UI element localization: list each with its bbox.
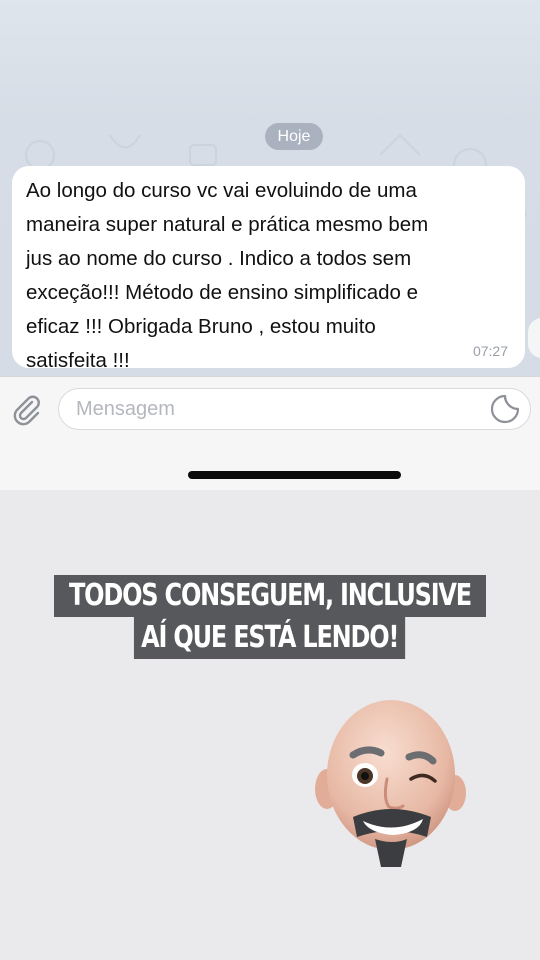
message-input[interactable] [58,388,531,430]
message-text: Ao longo do curso vc vai evoluindo de um… [26,179,429,372]
adjacent-message-bubble [528,318,540,358]
input-bar [0,376,540,490]
sticker-icon[interactable] [489,393,521,425]
date-pill: Hoje [265,123,323,150]
story-caption: TODOS CONSEGUEM, INCLUSIVE VC AÍ QUE EST… [0,575,540,659]
chat-screen: Hoje Ao longo do curso vc vai evoluindo … [0,0,540,490]
winking-memoji-icon [315,700,466,867]
home-indicator [188,471,401,479]
incoming-message-bubble[interactable]: Ao longo do curso vc vai evoluindo de um… [12,166,525,372]
caption-line-2: AÍ QUE ESTÁ LENDO! [134,617,406,659]
paperclip-icon[interactable] [8,391,44,427]
message-timestamp: 07:27 [472,343,508,359]
caption-line-1: TODOS CONSEGUEM, INCLUSIVE VC [54,575,486,655]
